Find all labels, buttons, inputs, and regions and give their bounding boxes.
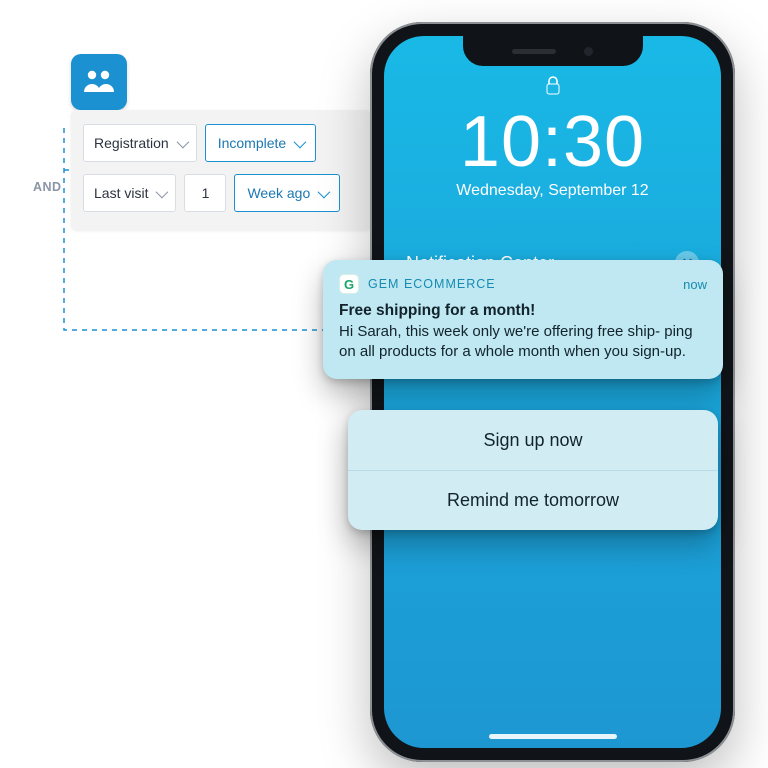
operator-label: AND: [33, 180, 62, 194]
lockscreen-clock: 10:30 Wednesday, September 12: [384, 106, 721, 200]
unit-label: Week ago: [247, 185, 310, 201]
remind-button[interactable]: Remind me tomorrow: [348, 470, 718, 530]
field-label: Last visit: [94, 185, 148, 201]
notification-body: Hi Sarah, this week only we're offering …: [339, 322, 707, 363]
notification-time: now: [683, 277, 707, 292]
chevron-down-icon: [318, 185, 331, 198]
phone-notch: [463, 36, 643, 66]
action-label: Sign up now: [483, 430, 582, 451]
count-value: 1: [202, 185, 210, 201]
notification-title: Free shipping for a month!: [339, 302, 707, 320]
notification-actions: Sign up now Remind me tomorrow: [348, 410, 718, 530]
chevron-down-icon: [294, 135, 307, 148]
field-label: Registration: [94, 135, 169, 151]
signup-button[interactable]: Sign up now: [348, 410, 718, 470]
phone-frame: 10:30 Wednesday, September 12 Notificati…: [370, 22, 735, 762]
clock-time: 10:30: [384, 106, 721, 178]
app-name: GEM ECOMMERCE: [368, 277, 496, 291]
value-label: Incomplete: [218, 135, 286, 151]
audience-icon: [71, 54, 127, 110]
app-icon: G: [339, 274, 359, 294]
action-label: Remind me tomorrow: [447, 490, 619, 511]
value-incomplete[interactable]: Incomplete: [205, 124, 316, 162]
field-last-visit[interactable]: Last visit: [83, 174, 176, 212]
chevron-down-icon: [156, 185, 169, 198]
home-indicator[interactable]: [489, 734, 617, 739]
clock-date: Wednesday, September 12: [384, 182, 721, 200]
field-registration[interactable]: Registration: [83, 124, 197, 162]
unit-week-ago[interactable]: Week ago: [234, 174, 340, 212]
count-input[interactable]: 1: [184, 174, 226, 212]
chevron-down-icon: [176, 135, 189, 148]
phone-screen: 10:30 Wednesday, September 12 Notificati…: [384, 36, 721, 748]
segment-panel: Registration Incomplete Last visit 1 Wee…: [71, 110, 371, 230]
lock-icon: [544, 76, 562, 101]
push-notification[interactable]: G GEM ECOMMERCE now Free shipping for a …: [323, 260, 723, 379]
